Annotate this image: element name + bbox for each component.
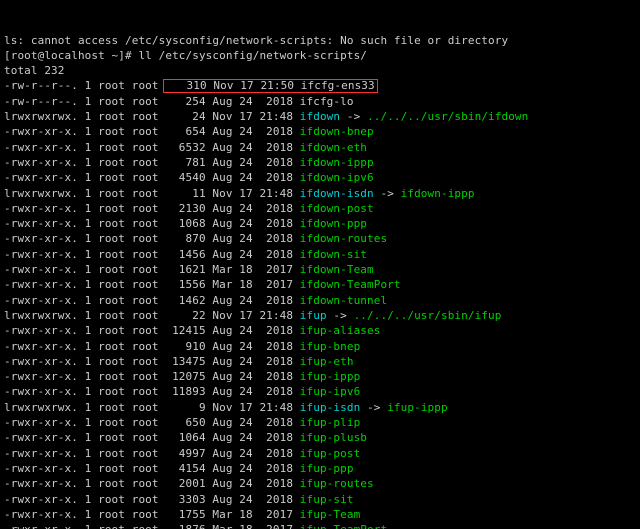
file-row: -rw-r--r--. 1 root root 254 Aug 24 2018: [4, 95, 300, 108]
file-name: ifdown-Team: [300, 263, 374, 276]
file-name: ifup-plip: [300, 416, 361, 429]
file-row: lrwxrwxrwx. 1 root root 9 Nov 17 21:48: [4, 401, 300, 414]
file-name: ifup-TeamPort: [300, 523, 387, 529]
file-name: ifup-eth: [300, 355, 354, 368]
file-row: -rwxr-xr-x. 1 root root 2001 Aug 24 2018: [4, 477, 300, 490]
file-row: -rwxr-xr-x. 1 root root 1876 Mar 18 2017: [4, 523, 300, 529]
file-row: -rwxr-xr-x. 1 root root 870 Aug 24 2018: [4, 232, 300, 245]
file-name: ifdown-TeamPort: [300, 278, 401, 291]
file-name: ifup-bnep: [300, 340, 361, 353]
file-row: -rwxr-xr-x. 1 root root 1068 Aug 24 2018: [4, 217, 300, 230]
highlighted-file: 310 Nov 17 21:50 ifcfg-ens33: [163, 79, 377, 93]
file-row: lrwxrwxrwx. 1 root root 22 Nov 17 21:48: [4, 309, 300, 322]
file-row: -rwxr-xr-x. 1 root root 654 Aug 24 2018: [4, 125, 300, 138]
file-name: ifdown-ppp: [300, 217, 367, 230]
file-row: lrwxrwxrwx. 1 root root 11 Nov 17 21:48: [4, 187, 300, 200]
file-row: -rw-r--r--. 1 root root: [4, 79, 165, 92]
file-name: ifdown: [300, 110, 340, 123]
file-name: ifup-ppp: [300, 462, 354, 475]
file-name: ifup-isdn: [300, 401, 361, 414]
file-row: -rwxr-xr-x. 1 root root 3303 Aug 24 2018: [4, 493, 300, 506]
file-row: -rwxr-xr-x. 1 root root 4540 Aug 24 2018: [4, 171, 300, 184]
link-target: ../../../usr/sbin/ifup: [354, 309, 502, 322]
file-name: ifdown-ipv6: [300, 171, 374, 184]
file-name: ifdown-isdn: [300, 187, 374, 200]
file-row: -rwxr-xr-x. 1 root root 11893 Aug 24 201…: [4, 385, 300, 398]
terminal-output: { "err_line":"ls: cannot access /etc/sys…: [0, 0, 640, 529]
file-name: ifdown-bnep: [300, 125, 374, 138]
file-row: -rwxr-xr-x. 1 root root 781 Aug 24 2018: [4, 156, 300, 169]
file-row: -rwxr-xr-x. 1 root root 6532 Aug 24 2018: [4, 141, 300, 154]
file-name: ifup-post: [300, 447, 361, 460]
link-target: ifup-ippp: [387, 401, 448, 414]
file-row: -rwxr-xr-x. 1 root root 1755 Mar 18 2017: [4, 508, 300, 521]
file-row: -rwxr-xr-x. 1 root root 12415 Aug 24 201…: [4, 324, 300, 337]
file-row: -rwxr-xr-x. 1 root root 1064 Aug 24 2018: [4, 431, 300, 444]
file-name: ifup-routes: [300, 477, 374, 490]
file-name: ifup-Team: [300, 508, 361, 521]
file-name: ifdown-sit: [300, 248, 367, 261]
file-name: ifdown-routes: [300, 232, 387, 245]
file-name: ifup: [300, 309, 327, 322]
file-name: ifdown-eth: [300, 141, 367, 154]
file-name: ifup-ipv6: [300, 385, 361, 398]
file-name: ifcfg-ens33: [301, 79, 375, 92]
file-row: -rwxr-xr-x. 1 root root 2130 Aug 24 2018: [4, 202, 300, 215]
file-name: ifup-plusb: [300, 431, 367, 444]
file-row: lrwxrwxrwx. 1 root root 24 Nov 17 21:48: [4, 110, 300, 123]
file-name: ifcfg-lo: [300, 95, 354, 108]
file-row: -rwxr-xr-x. 1 root root 910 Aug 24 2018: [4, 340, 300, 353]
file-row: -rwxr-xr-x. 1 root root 1621 Mar 18 2017: [4, 263, 300, 276]
file-row: -rwxr-xr-x. 1 root root 650 Aug 24 2018: [4, 416, 300, 429]
prompt: [root@localhost ~]#: [4, 49, 138, 62]
file-name: ifdown-post: [300, 202, 374, 215]
file-name: ifup-aliases: [300, 324, 381, 337]
file-row: -rwxr-xr-x. 1 root root 1456 Aug 24 2018: [4, 248, 300, 261]
file-row: -rwxr-xr-x. 1 root root 1556 Mar 18 2017: [4, 278, 300, 291]
file-name: ifup-ippp: [300, 370, 361, 383]
file-name: ifdown-ippp: [300, 156, 374, 169]
error-line: ls: cannot access /etc/sysconfig/network…: [4, 34, 508, 47]
link-target: ifdown-ippp: [401, 187, 475, 200]
link-target: ../../../usr/sbin/ifdown: [367, 110, 528, 123]
file-name: ifdown-tunnel: [300, 294, 387, 307]
file-row: -rwxr-xr-x. 1 root root 12075 Aug 24 201…: [4, 370, 300, 383]
total-line: total 232: [4, 64, 65, 77]
file-row: -rwxr-xr-x. 1 root root 1462 Aug 24 2018: [4, 294, 300, 307]
file-name: ifup-sit: [300, 493, 354, 506]
file-row: -rwxr-xr-x. 1 root root 13475 Aug 24 201…: [4, 355, 300, 368]
file-row: -rwxr-xr-x. 1 root root 4154 Aug 24 2018: [4, 462, 300, 475]
command: ll /etc/sysconfig/network-scripts/: [138, 49, 367, 62]
file-row: -rwxr-xr-x. 1 root root 4997 Aug 24 2018: [4, 447, 300, 460]
